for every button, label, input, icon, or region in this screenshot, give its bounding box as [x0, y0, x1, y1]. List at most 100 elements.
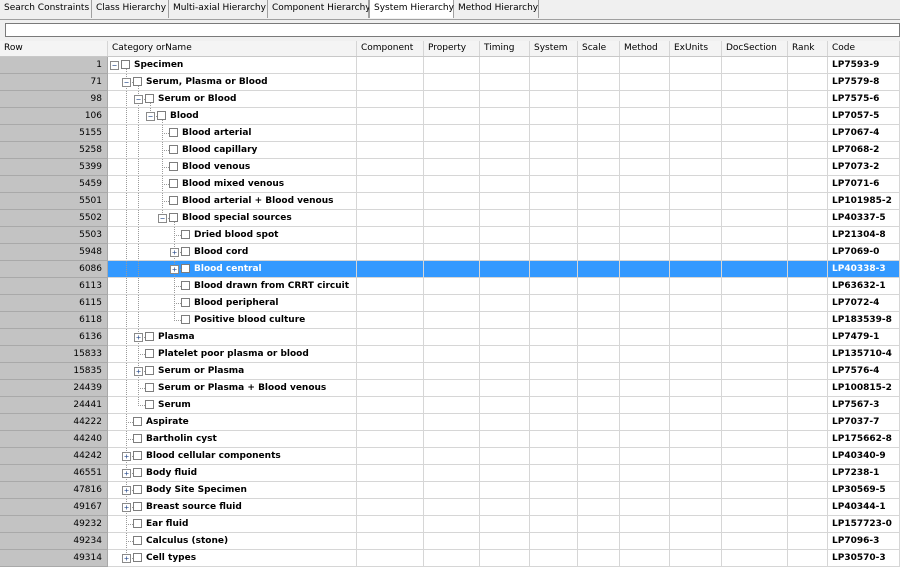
cell-property[interactable] [424, 108, 480, 125]
tree-node-cell[interactable]: Platelet poor plasma or blood [108, 346, 357, 363]
cell-timing[interactable] [480, 312, 530, 329]
table-row[interactable]: 49314 + Cell types LP30570-3 [0, 550, 900, 567]
cell-exunits[interactable] [670, 346, 722, 363]
checkbox[interactable] [145, 400, 154, 409]
cell-method[interactable] [620, 482, 670, 499]
cell-component[interactable] [357, 176, 424, 193]
cell-system[interactable] [530, 91, 578, 108]
cell-scale[interactable] [578, 91, 620, 108]
filter-input[interactable] [5, 23, 900, 37]
cell-docsection[interactable] [722, 210, 788, 227]
tree-node-cell[interactable]: Blood arterial [108, 125, 357, 142]
cell-exunits[interactable] [670, 465, 722, 482]
code-cell[interactable]: LP40337-5 [828, 210, 900, 227]
cell-exunits[interactable] [670, 57, 722, 74]
cell-component[interactable] [357, 346, 424, 363]
cell-timing[interactable] [480, 346, 530, 363]
checkbox[interactable] [145, 349, 154, 358]
tree-node-cell[interactable]: − Serum, Plasma or Blood [108, 74, 357, 91]
cell-property[interactable] [424, 227, 480, 244]
cell-docsection[interactable] [722, 516, 788, 533]
tab-search-constraints[interactable]: Search Constraints [0, 0, 92, 18]
tree-node-cell[interactable]: Ear fluid [108, 516, 357, 533]
cell-component[interactable] [357, 516, 424, 533]
table-row[interactable]: 5501 Blood arterial + Blood venous LP10198… [0, 193, 900, 210]
cell-rank[interactable] [788, 125, 828, 142]
cell-system[interactable] [530, 278, 578, 295]
cell-scale[interactable] [578, 448, 620, 465]
cell-system[interactable] [530, 210, 578, 227]
cell-timing[interactable] [480, 125, 530, 142]
code-cell[interactable]: LP101985-2 [828, 193, 900, 210]
cell-timing[interactable] [480, 74, 530, 91]
cell-method[interactable] [620, 244, 670, 261]
code-cell[interactable]: LP7073-2 [828, 159, 900, 176]
cell-timing[interactable] [480, 278, 530, 295]
cell-property[interactable] [424, 363, 480, 380]
cell-method[interactable] [620, 397, 670, 414]
cell-docsection[interactable] [722, 346, 788, 363]
cell-exunits[interactable] [670, 244, 722, 261]
cell-method[interactable] [620, 550, 670, 567]
cell-component[interactable] [357, 74, 424, 91]
tree-node-cell[interactable]: Aspirate [108, 414, 357, 431]
cell-component[interactable] [357, 295, 424, 312]
cell-rank[interactable] [788, 210, 828, 227]
cell-exunits[interactable] [670, 295, 722, 312]
cell-scale[interactable] [578, 414, 620, 431]
cell-timing[interactable] [480, 329, 530, 346]
cell-method[interactable] [620, 108, 670, 125]
tree-node-cell[interactable]: − Blood [108, 108, 357, 125]
cell-docsection[interactable] [722, 482, 788, 499]
cell-exunits[interactable] [670, 482, 722, 499]
cell-docsection[interactable] [722, 108, 788, 125]
cell-exunits[interactable] [670, 142, 722, 159]
cell-docsection[interactable] [722, 91, 788, 108]
collapse-icon[interactable]: − [134, 95, 143, 104]
table-row[interactable]: 6115 Blood peripheral LP7072-4 [0, 295, 900, 312]
cell-method[interactable] [620, 227, 670, 244]
cell-docsection[interactable] [722, 159, 788, 176]
cell-timing[interactable] [480, 244, 530, 261]
column-header-scale[interactable]: Scale [578, 41, 620, 56]
cell-method[interactable] [620, 516, 670, 533]
table-row[interactable]: 47816 + Body Site Specimen LP30569-5 [0, 482, 900, 499]
cell-component[interactable] [357, 210, 424, 227]
code-cell[interactable]: LP7567-3 [828, 397, 900, 414]
checkbox[interactable] [133, 536, 142, 545]
cell-component[interactable] [357, 193, 424, 210]
cell-docsection[interactable] [722, 57, 788, 74]
cell-method[interactable] [620, 499, 670, 516]
column-header-category-orname[interactable]: Category orName [108, 41, 357, 56]
cell-docsection[interactable] [722, 227, 788, 244]
tree-node-cell[interactable]: − Specimen [108, 57, 357, 74]
cell-method[interactable] [620, 193, 670, 210]
checkbox[interactable] [157, 111, 166, 120]
cell-system[interactable] [530, 346, 578, 363]
cell-method[interactable] [620, 533, 670, 550]
cell-component[interactable] [357, 227, 424, 244]
cell-rank[interactable] [788, 346, 828, 363]
cell-scale[interactable] [578, 108, 620, 125]
tree-node-cell[interactable]: Blood venous [108, 159, 357, 176]
cell-timing[interactable] [480, 193, 530, 210]
cell-docsection[interactable] [722, 295, 788, 312]
cell-system[interactable] [530, 176, 578, 193]
cell-docsection[interactable] [722, 244, 788, 261]
cell-property[interactable] [424, 346, 480, 363]
code-cell[interactable]: LP40338-3 [828, 261, 900, 278]
checkbox[interactable] [133, 502, 142, 511]
cell-scale[interactable] [578, 193, 620, 210]
expand-icon[interactable]: + [122, 452, 131, 461]
cell-property[interactable] [424, 261, 480, 278]
cell-exunits[interactable] [670, 380, 722, 397]
tree-node-cell[interactable]: Blood arterial + Blood venous [108, 193, 357, 210]
cell-scale[interactable] [578, 261, 620, 278]
cell-docsection[interactable] [722, 499, 788, 516]
cell-component[interactable] [357, 499, 424, 516]
cell-system[interactable] [530, 193, 578, 210]
cell-docsection[interactable] [722, 261, 788, 278]
code-cell[interactable]: LP30570-3 [828, 550, 900, 567]
cell-timing[interactable] [480, 295, 530, 312]
cell-method[interactable] [620, 414, 670, 431]
